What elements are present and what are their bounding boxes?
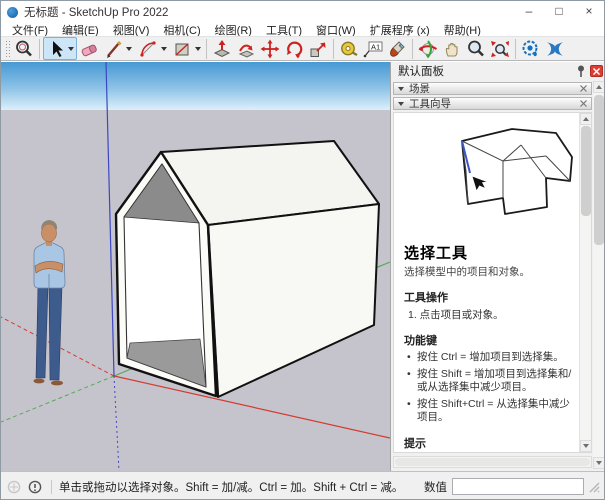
zoom-icon[interactable] bbox=[464, 37, 488, 60]
measurements-label: 数值 bbox=[424, 479, 447, 495]
pin-icon[interactable] bbox=[575, 64, 587, 78]
resize-grip-icon[interactable] bbox=[588, 481, 600, 493]
line-tool-button[interactable] bbox=[101, 37, 135, 60]
scroll-down-icon[interactable] bbox=[580, 440, 592, 452]
instructor-horizontal-scrollbar[interactable] bbox=[393, 456, 592, 468]
pencil-icon bbox=[105, 39, 123, 59]
tray-scrollbar[interactable] bbox=[593, 81, 605, 469]
section-scenes-label: 场景 bbox=[409, 81, 430, 96]
text-tool-icon[interactable]: A1 bbox=[361, 37, 385, 60]
instructor-panel: 选择工具 选择模型中的项目和对象。 工具操作 1. 点击项目或对象。 功能键 按… bbox=[393, 112, 592, 453]
section-expand-icon[interactable] bbox=[398, 87, 404, 91]
paint-bucket-icon[interactable] bbox=[385, 37, 409, 60]
help-info-icon[interactable] bbox=[28, 480, 42, 494]
person-right-sandal bbox=[51, 381, 63, 386]
instructor-illustration bbox=[406, 119, 579, 231]
tray-title: 默认面板 bbox=[398, 63, 575, 79]
eraser-icon[interactable] bbox=[77, 37, 101, 60]
svg-text:A1: A1 bbox=[371, 42, 380, 51]
rectangle-icon bbox=[172, 39, 192, 59]
scale-icon[interactable] bbox=[306, 37, 330, 60]
section-close-icon[interactable] bbox=[580, 85, 587, 92]
status-bar: 单击或拖动以选择对象。Shift = 加/减。Ctrl = 加。Shift + … bbox=[1, 471, 604, 500]
arc-dropdown-caret[interactable] bbox=[161, 47, 167, 51]
person-head bbox=[42, 224, 57, 242]
instructor-subtitle: 选择模型中的项目和对象。 bbox=[404, 264, 573, 279]
instructor-heading: 选择工具 bbox=[404, 242, 573, 263]
model-scene bbox=[1, 62, 390, 471]
scrollbar-thumb[interactable] bbox=[594, 95, 604, 245]
tray-section-instructor[interactable]: 工具向导 bbox=[393, 97, 592, 110]
scroll-down-icon[interactable] bbox=[593, 457, 605, 469]
illustration-house-outline bbox=[462, 129, 572, 214]
3d-warehouse-icon[interactable] bbox=[543, 37, 567, 60]
operation-step: 1. 点击项目或对象。 bbox=[408, 307, 573, 322]
push-pull-icon[interactable] bbox=[210, 37, 234, 60]
instructor-scrollbar[interactable] bbox=[579, 113, 591, 452]
select-dropdown-caret[interactable] bbox=[68, 47, 74, 51]
statusbar-divider bbox=[51, 480, 52, 494]
tips-title: 提示 bbox=[404, 435, 573, 451]
hscrollbar-thumb[interactable] bbox=[395, 458, 590, 466]
statusbar-hint: 单击或拖动以选择对象。Shift = 加/减。Ctrl = 加。Shift + … bbox=[59, 479, 403, 495]
default-tray: 默认面板 场景 工具向导 bbox=[390, 62, 605, 471]
tray-section-scenes[interactable]: 场景 bbox=[393, 82, 592, 95]
move-icon[interactable] bbox=[258, 37, 282, 60]
extension-warehouse-icon[interactable] bbox=[519, 37, 543, 60]
tray-header: 默认面板 bbox=[391, 62, 605, 80]
pan-icon[interactable] bbox=[440, 37, 464, 60]
close-x-icon bbox=[593, 68, 600, 75]
line-dropdown-caret[interactable] bbox=[126, 47, 132, 51]
tape-measure-icon[interactable] bbox=[337, 37, 361, 60]
maximize-button[interactable]: □ bbox=[544, 1, 574, 23]
section-instructor-label: 工具向导 bbox=[409, 96, 451, 111]
arc-tool-button[interactable] bbox=[135, 37, 169, 60]
rectangle-dropdown-caret[interactable] bbox=[195, 47, 201, 51]
close-button[interactable]: × bbox=[574, 1, 604, 23]
geolocation-icon[interactable] bbox=[7, 480, 21, 494]
rectangle-tool-button[interactable] bbox=[169, 37, 203, 60]
sketchup-window: 无标题 - SketchUp Pro 2022 – □ × 文件(F) 编辑(E… bbox=[0, 0, 605, 500]
person-left-sandal bbox=[34, 379, 45, 384]
orbit-icon[interactable] bbox=[416, 37, 440, 60]
modifier-title: 功能键 bbox=[404, 332, 573, 348]
sketchup-logo-icon bbox=[7, 7, 18, 18]
model-viewport[interactable] bbox=[1, 62, 390, 471]
toolbar-grip[interactable] bbox=[5, 40, 10, 58]
select-tool-button[interactable] bbox=[43, 37, 77, 60]
scroll-up-icon[interactable] bbox=[580, 113, 592, 125]
zoom-extents-icon[interactable] bbox=[488, 37, 512, 60]
instructor-content: 选择工具 选择模型中的项目和对象。 工具操作 1. 点击项目或对象。 功能键 按… bbox=[394, 113, 579, 452]
scrollbar-thumb[interactable] bbox=[581, 126, 591, 216]
main-toolbar: A1 bbox=[1, 36, 604, 61]
section-close-icon[interactable] bbox=[580, 100, 587, 107]
modifier-item: 按住 Shift = 增加项目到选择集和/或从选择集中减少项目。 bbox=[404, 368, 573, 395]
tray-close-button[interactable] bbox=[590, 65, 603, 77]
measurements-input[interactable] bbox=[452, 478, 584, 495]
rotate-icon[interactable] bbox=[282, 37, 306, 60]
scroll-up-icon[interactable] bbox=[593, 81, 605, 93]
operation-title: 工具操作 bbox=[404, 289, 573, 305]
title-bar: 无标题 - SketchUp Pro 2022 – □ × bbox=[1, 1, 604, 23]
modifier-item: 按住 Shift+Ctrl = 从选择集中减少项目。 bbox=[404, 398, 573, 425]
modifier-item: 按住 Ctrl = 增加项目到选择集。 bbox=[404, 351, 573, 365]
select-arrow-icon bbox=[47, 39, 65, 59]
zoom-tool-icon[interactable] bbox=[12, 37, 36, 60]
arc-icon bbox=[138, 39, 158, 59]
follow-me-icon[interactable] bbox=[234, 37, 258, 60]
section-expand-icon[interactable] bbox=[398, 102, 404, 106]
minimize-button[interactable]: – bbox=[514, 1, 544, 23]
modifier-list: 按住 Ctrl = 增加项目到选择集。 按住 Shift = 增加项目到选择集和… bbox=[404, 351, 573, 425]
window-title: 无标题 - SketchUp Pro 2022 bbox=[24, 4, 168, 20]
sky bbox=[1, 62, 390, 110]
menu-bar: 文件(F) 编辑(E) 视图(V) 相机(C) 绘图(R) 工具(T) 窗口(W… bbox=[1, 23, 604, 36]
